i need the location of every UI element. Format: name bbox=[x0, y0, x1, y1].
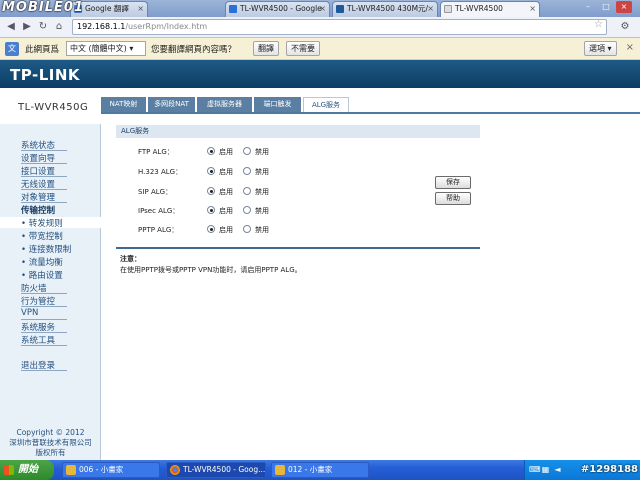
section-title: ALG服务 bbox=[116, 125, 480, 138]
menu-bandwidth[interactable]: • 带宽控制 bbox=[21, 230, 63, 242]
menu-forward-rules[interactable]: • 转发规则 bbox=[21, 217, 63, 229]
main-content: ALG服务 FTP ALG： 启用 禁用 H.323 ALG： 启用 禁用 SI… bbox=[101, 124, 640, 460]
translate-infobar: 文 此網頁爲 中文 (簡體中文) ▾ 您要翻譯網頁內容嗎？ 翻譯 不需要 選項 … bbox=[0, 38, 640, 60]
sip-alg-disable-radio[interactable] bbox=[243, 187, 251, 195]
menu-vpn[interactable]: VPN bbox=[21, 308, 38, 318]
tab-nat-mapping[interactable]: NAT映射 bbox=[101, 97, 147, 112]
language-select[interactable]: 中文 (簡體中文) ▾ bbox=[66, 41, 146, 56]
network-icon[interactable]: ▦ bbox=[541, 465, 550, 474]
close-icon[interactable]: × bbox=[319, 2, 326, 16]
tab-virtual-server[interactable]: 虚拟服务器 bbox=[197, 97, 253, 112]
help-button[interactable]: 帮助 bbox=[435, 192, 471, 205]
close-icon[interactable]: × bbox=[427, 2, 434, 16]
image-id-watermark: #1298188 bbox=[580, 464, 638, 475]
close-icon[interactable]: × bbox=[137, 2, 144, 16]
note-title: 注意： bbox=[120, 255, 141, 263]
sip-alg-enable-radio[interactable] bbox=[207, 187, 215, 195]
translate-button[interactable]: 翻譯 bbox=[253, 41, 279, 56]
system-tray: ⌨ ▦ ◄ #1298188 bbox=[524, 460, 640, 480]
pptp-alg-enable-radio[interactable] bbox=[207, 225, 215, 233]
pptp-alg-disable-radio[interactable] bbox=[243, 225, 251, 233]
browser-toolbar: ◀ ▶ ↻ ⌂ 192.168.1.1/userRpm/Index.htm ☆ … bbox=[0, 17, 640, 38]
save-button[interactable]: 保存 bbox=[435, 176, 471, 189]
volume-icon[interactable]: ◄ bbox=[553, 465, 562, 474]
left-menu: 系统状态 设置向导 接口设置 无线设置 对象管理 传输控制 • 转发规则 • 带… bbox=[0, 124, 101, 460]
router-header: TP-LINK bbox=[0, 60, 640, 88]
h323-alg-label: H.323 ALG： bbox=[138, 168, 183, 176]
section-divider bbox=[116, 247, 480, 249]
tp-icon bbox=[336, 5, 344, 13]
ftp-alg-label: FTP ALG： bbox=[138, 148, 174, 156]
h323-alg-disable-radio[interactable] bbox=[243, 167, 251, 175]
maximize-icon[interactable]: □ bbox=[598, 1, 614, 13]
forward-icon[interactable]: ▶ bbox=[20, 20, 34, 34]
options-button[interactable]: 選項 ▾ bbox=[584, 41, 617, 56]
menu-routing[interactable]: • 路由设置 bbox=[21, 269, 63, 281]
reload-icon[interactable]: ↻ bbox=[36, 20, 50, 34]
page-icon bbox=[444, 5, 452, 13]
menu-transfer-control[interactable]: 传输控制 bbox=[21, 204, 55, 216]
ipsec-alg-label: IPsec ALG： bbox=[138, 207, 180, 215]
tab-multi-nat[interactable]: 多网段NAT bbox=[148, 97, 196, 112]
tab-alg-service[interactable]: ALG服务 bbox=[303, 97, 349, 112]
browser-tab-router[interactable]: TL-WVR4500 × bbox=[440, 1, 540, 17]
watermark-logo: MOBILE01 bbox=[2, 0, 84, 15]
model-name: TL-WVR450G bbox=[18, 102, 89, 113]
browser-tab-article[interactable]: TL-WVR4500 430M元/ × bbox=[332, 1, 438, 17]
browser-tab-google-search[interactable]: TL-WVR4500 - Google × bbox=[225, 1, 330, 17]
ftp-alg-enable-radio[interactable] bbox=[207, 147, 215, 155]
windows-taskbar: 開始 006 - 小畫家 TL-WVR4500 - Goog... 012 - … bbox=[0, 460, 640, 480]
close-icon[interactable]: × bbox=[529, 2, 536, 16]
chrome-icon bbox=[170, 465, 180, 475]
pptp-alg-label: PPTP ALG： bbox=[138, 226, 179, 234]
address-bar[interactable]: 192.168.1.1/userRpm/Index.htm bbox=[72, 19, 607, 35]
ipsec-alg-disable-radio[interactable] bbox=[243, 206, 251, 214]
menu-load-balance[interactable]: • 流量均衡 bbox=[21, 256, 63, 268]
wrench-icon[interactable]: ⚙ bbox=[618, 20, 632, 34]
tab-underline bbox=[101, 112, 640, 114]
translate-icon: 文 bbox=[5, 42, 19, 56]
minimize-icon[interactable]: – bbox=[580, 1, 596, 13]
brand-logo: TP-LINK bbox=[10, 66, 81, 84]
taskbar-item-paint-006[interactable]: 006 - 小畫家 bbox=[62, 462, 160, 478]
window-close-icon[interactable]: × bbox=[616, 1, 632, 13]
tab-port-trigger[interactable]: 端口触发 bbox=[254, 97, 302, 112]
ipsec-alg-enable-radio[interactable] bbox=[207, 206, 215, 214]
browser-tab-strip: MOBILE01 Google 翻譯 × TL-WVR4500 - Google… bbox=[0, 0, 640, 17]
windows-flag-icon bbox=[4, 465, 14, 475]
sip-alg-label: SIP ALG： bbox=[138, 188, 173, 196]
home-icon[interactable]: ⌂ bbox=[52, 20, 66, 34]
paint-icon bbox=[66, 465, 76, 475]
back-icon[interactable]: ◀ bbox=[4, 20, 18, 34]
close-icon[interactable]: × bbox=[626, 42, 634, 53]
paint-icon bbox=[275, 465, 285, 475]
bookmark-star-icon[interactable]: ☆ bbox=[594, 19, 603, 30]
copyright: Copyright © 2012 bbox=[16, 428, 85, 437]
rights-reserved: 版权所有 bbox=[35, 448, 66, 457]
taskbar-item-chrome[interactable]: TL-WVR4500 - Goog... bbox=[166, 462, 266, 478]
no-thanks-button[interactable]: 不需要 bbox=[286, 41, 320, 56]
ftp-alg-disable-radio[interactable] bbox=[243, 147, 251, 155]
company-name: 深圳市普联技术有限公司 bbox=[9, 438, 92, 447]
router-subheader: TL-WVR450G NAT映射 多网段NAT 虚拟服务器 端口触发 ALG服务 bbox=[0, 88, 640, 124]
keyboard-icon[interactable]: ⌨ bbox=[529, 465, 541, 474]
start-button[interactable]: 開始 bbox=[0, 460, 54, 480]
google-icon bbox=[229, 5, 237, 13]
note-text: 在使用PPTP拨号或PPTP VPN功能时，请启用PPTP ALG。 bbox=[120, 266, 302, 274]
menu-conn-limit[interactable]: • 连接数限制 bbox=[21, 243, 71, 255]
taskbar-item-paint-012[interactable]: 012 - 小畫家 bbox=[271, 462, 369, 478]
h323-alg-enable-radio[interactable] bbox=[207, 167, 215, 175]
